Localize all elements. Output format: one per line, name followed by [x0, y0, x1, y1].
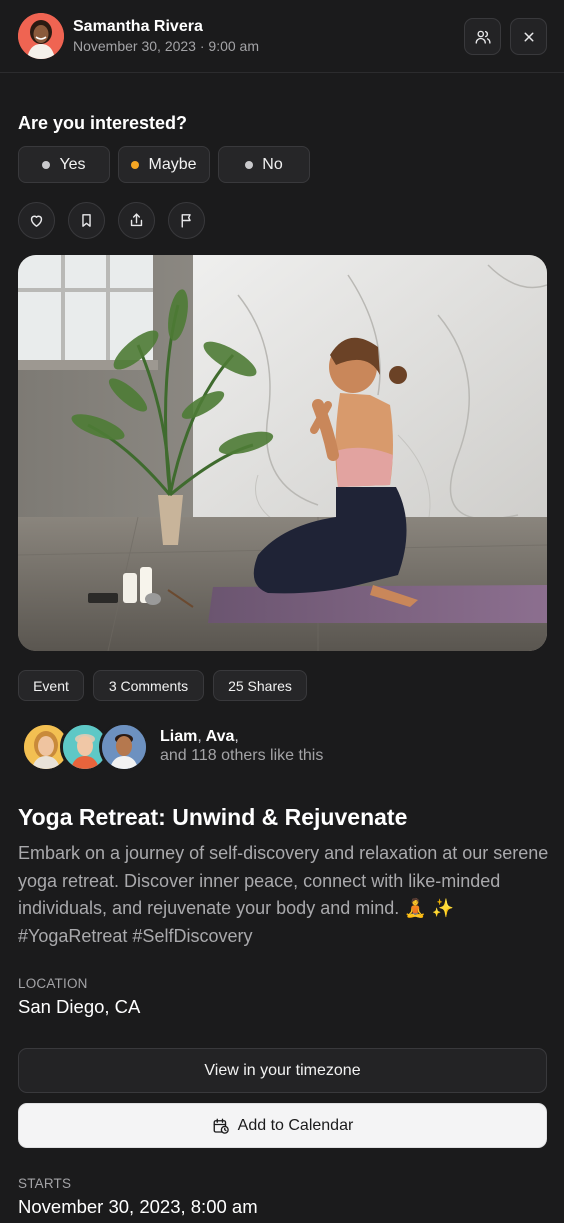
attendees-button[interactable]: [464, 18, 501, 55]
liker-name[interactable]: Ava: [206, 728, 235, 745]
close-button[interactable]: [510, 18, 547, 55]
share-icon: [130, 213, 143, 227]
event-description: Embark on a journey of self-discovery an…: [18, 843, 549, 946]
status-dot: [131, 160, 140, 169]
rsvp-maybe-button[interactable]: Maybe: [118, 146, 210, 183]
comments-chip[interactable]: 3 Comments: [93, 670, 204, 701]
shares-chip[interactable]: 25 Shares: [213, 670, 307, 701]
starts-label: Starts: [18, 1176, 72, 1191]
button-label: View in your timezone: [204, 1061, 361, 1079]
event-title: Yoga Retreat: Unwind & Rejuvenate: [18, 804, 408, 830]
rsvp-label: Yes: [59, 155, 86, 173]
author-avatar[interactable]: [18, 13, 64, 59]
likers-count[interactable]: and 118 others like this: [160, 747, 323, 765]
author-name[interactable]: Samantha Rivera: [73, 18, 203, 36]
share-button[interactable]: [118, 202, 155, 239]
rsvp-yes-button[interactable]: Yes: [18, 146, 110, 183]
calendar-clock-icon: [213, 1118, 229, 1134]
close-icon: [524, 32, 533, 41]
event-type-chip[interactable]: Event: [18, 670, 84, 701]
likers-names: Liam, Ava,: [160, 728, 239, 746]
location-value: San Diego, CA: [18, 996, 141, 1017]
report-button[interactable]: [168, 202, 205, 239]
heart-icon: [30, 215, 43, 227]
liker-avatar[interactable]: [99, 722, 149, 772]
post-date: November 30, 2023 · 9:00 am: [73, 38, 259, 54]
flag-icon: [181, 214, 191, 228]
bookmark-icon: [82, 214, 91, 227]
users-icon: [475, 30, 491, 44]
event-image[interactable]: [18, 255, 547, 651]
liker-name[interactable]: Liam: [160, 728, 197, 745]
liker-separator: ,: [197, 728, 202, 745]
rsvp-label: Maybe: [148, 155, 197, 173]
rsvp-no-button[interactable]: No: [218, 146, 310, 183]
post-header: Samantha Rivera November 30, 2023 · 9:00…: [0, 0, 564, 73]
bookmark-button[interactable]: [68, 202, 105, 239]
rsvp-question: Are you interested?: [18, 113, 188, 133]
status-dot: [245, 160, 254, 169]
starts-value: November 30, 2023, 8:00 am: [18, 1196, 258, 1217]
like-button[interactable]: [18, 202, 55, 239]
location-label: Location: [18, 976, 88, 991]
status-dot: [42, 160, 51, 169]
add-to-calendar-button[interactable]: Add to Calendar: [18, 1103, 547, 1148]
button-label: Add to Calendar: [237, 1116, 354, 1134]
liker-separator: ,: [234, 728, 239, 745]
rsvp-label: No: [262, 155, 283, 173]
view-timezone-button[interactable]: View in your timezone: [18, 1048, 547, 1093]
